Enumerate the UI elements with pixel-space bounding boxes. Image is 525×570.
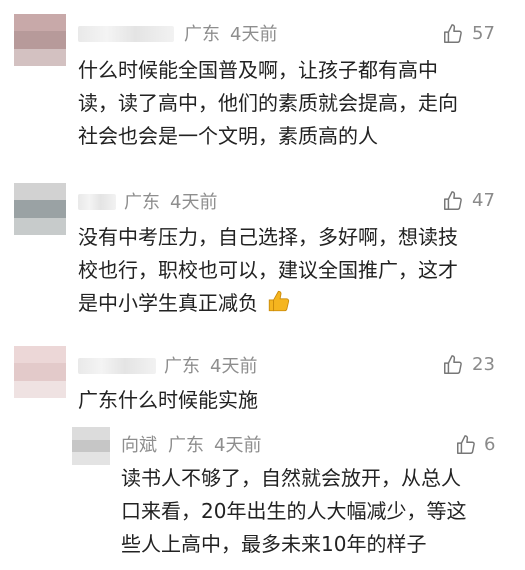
thumbs-up-outline-icon — [444, 355, 462, 374]
thumbs-up-outline-icon — [444, 24, 462, 43]
reply-text-line: 口来看，20年出生的人大幅减少，等这 — [121, 499, 467, 523]
username-blurred[interactable] — [78, 358, 156, 374]
comment-time: 4天前 — [170, 192, 218, 213]
avatar[interactable] — [14, 14, 66, 66]
comment-text-line: 没有中考压力，自己选择，多好啊，想读技 — [78, 225, 458, 249]
username-blurred[interactable] — [78, 26, 174, 42]
avatar[interactable] — [14, 183, 66, 235]
comment-text-line: 读，读了高中，他们的素质就会提高，走向 — [78, 91, 458, 115]
thumbs-up-outline-icon — [444, 191, 462, 210]
reply-username[interactable]: 向斌 — [121, 435, 157, 457]
avatar[interactable] — [14, 346, 66, 398]
thumbs-up-outline-icon — [457, 435, 475, 454]
like-button[interactable]: 23 — [442, 354, 512, 378]
comment-location: 广东 — [184, 24, 220, 45]
comment-time: 4天前 — [210, 356, 258, 377]
reply-location: 广东 — [168, 435, 204, 456]
reply-time: 4天前 — [214, 435, 262, 456]
comment-text-line: 什么时候能全国普及啊，让孩子都有高中 — [78, 58, 438, 82]
like-count: 47 — [472, 190, 495, 211]
like-count: 57 — [472, 23, 495, 44]
username-blurred[interactable] — [78, 194, 116, 210]
reply-like-button[interactable]: 6 — [455, 434, 505, 458]
comment-time: 4天前 — [230, 24, 278, 45]
like-button[interactable]: 47 — [442, 190, 512, 214]
reply-text-line: 些人上高中，最多未来10年的样子 — [121, 532, 427, 556]
like-button[interactable]: 57 — [442, 23, 512, 47]
comment-text-line: 是中小学生真正减负 — [78, 291, 258, 315]
like-count: 23 — [472, 354, 495, 375]
comment-location: 广东 — [164, 356, 200, 377]
comment-text-line: 广东什么时候能实施 — [78, 388, 258, 412]
reply-text-line: 读书人不够了，自然就会放开，从总人 — [121, 466, 461, 490]
reply-avatar[interactable] — [72, 427, 110, 465]
comment-text-line: 校也行，职校也可以，建议全国推广，这才 — [78, 258, 458, 282]
thumbs-up-emoji-icon — [268, 290, 290, 312]
like-count: 6 — [484, 434, 496, 455]
comment-location: 广东 — [124, 192, 160, 213]
comment-text-line: 社会也会是一个文明，素质高的人 — [78, 124, 378, 148]
